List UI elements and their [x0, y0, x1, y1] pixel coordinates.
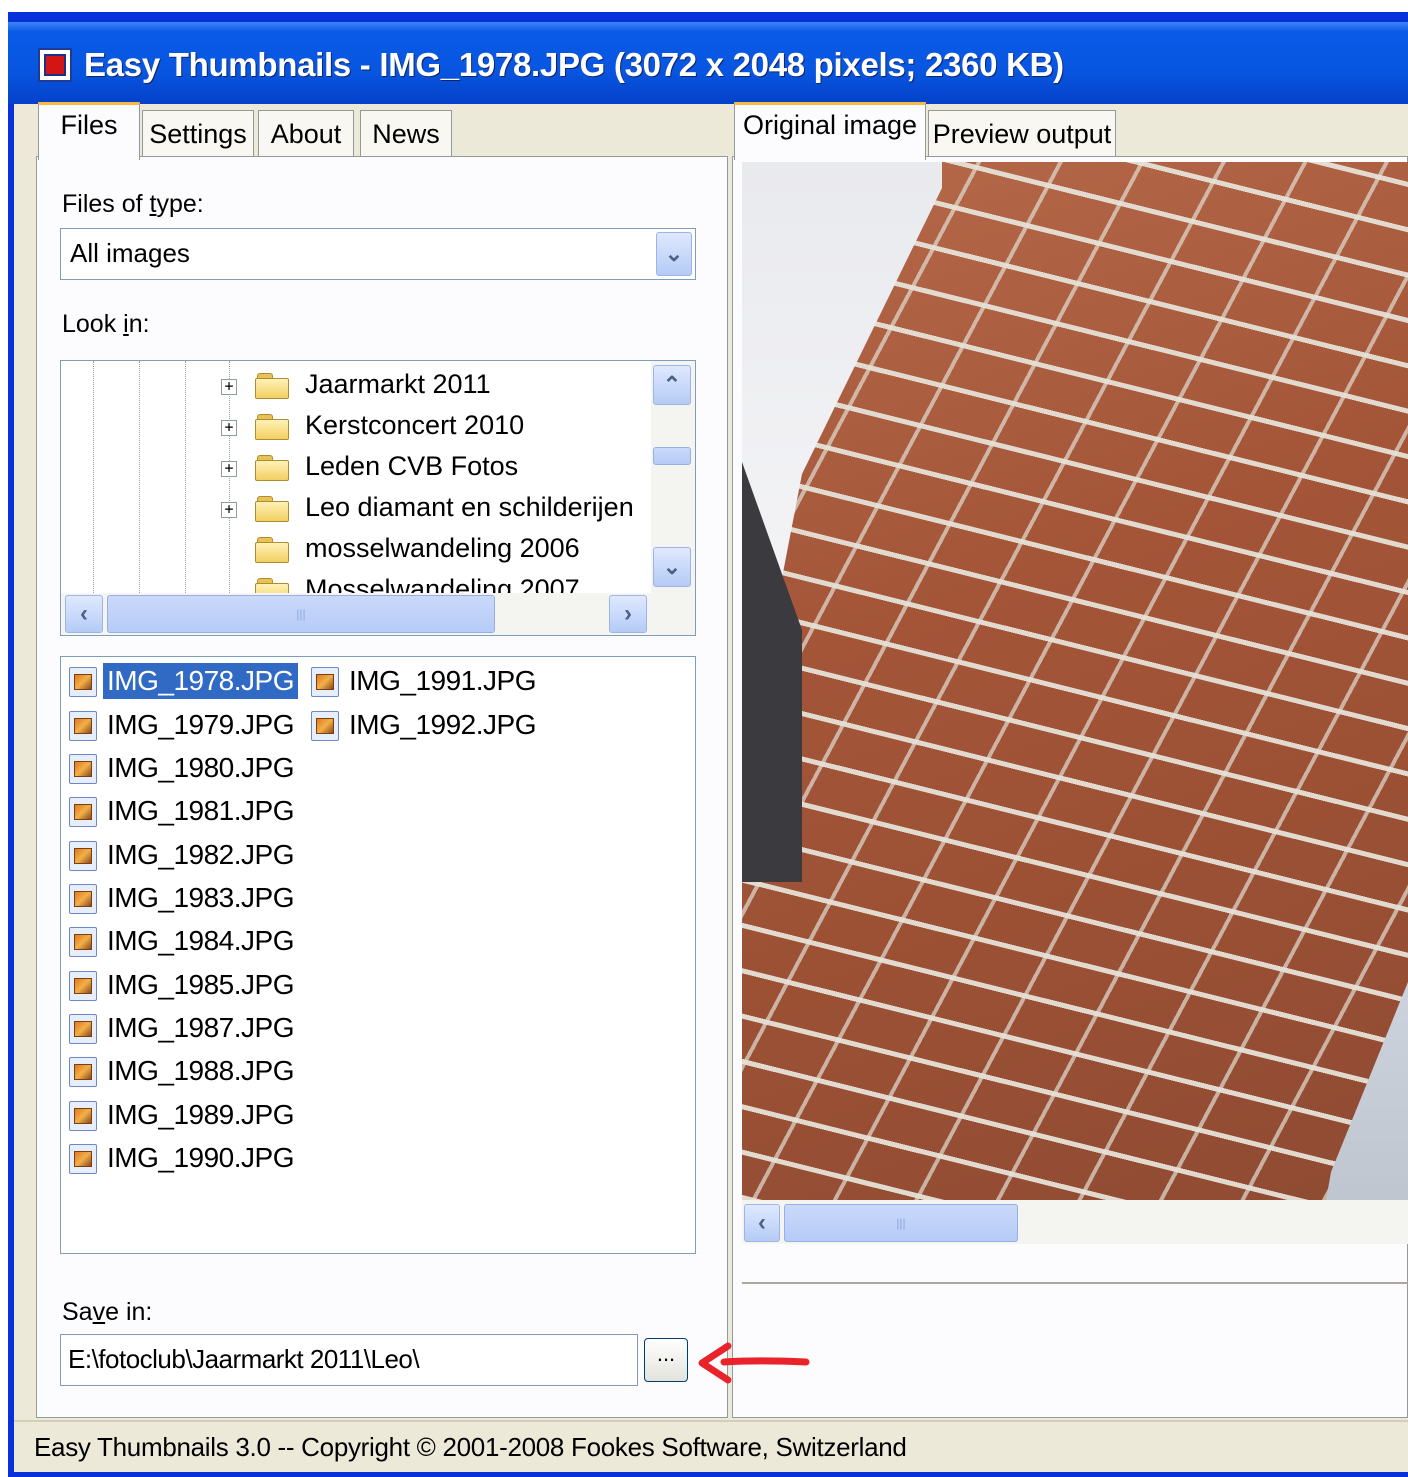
file-name: IMG_1980.JPG	[107, 752, 294, 783]
jpg-file-icon	[69, 927, 97, 957]
files-of-type-label: Files of type:	[62, 190, 204, 218]
app-icon[interactable]	[38, 48, 72, 82]
tab-news[interactable]: News	[360, 110, 452, 158]
folder-label: Leo diamant en schilderijen	[305, 492, 634, 522]
jpg-file-icon	[69, 971, 97, 1001]
scroll-left-icon[interactable]: ‹	[744, 1204, 780, 1242]
expand-icon[interactable]: +	[221, 502, 237, 518]
expand-icon[interactable]: +	[221, 379, 237, 395]
tree-item-folder[interactable]: + Leden CVB Fotos	[61, 449, 651, 489]
folder-icon	[255, 537, 289, 563]
file-name: IMG_1990.JPG	[107, 1142, 294, 1173]
tree-vscroll-thumb[interactable]	[653, 447, 691, 465]
jpg-file-icon	[69, 754, 97, 784]
scroll-right-icon[interactable]: ›	[609, 595, 647, 633]
file-name: IMG_1988.JPG	[107, 1055, 294, 1086]
annotation-arrow-icon	[698, 1342, 810, 1384]
folder-icon	[255, 455, 289, 481]
window-title: Easy Thumbnails - IMG_1978.JPG (3072 x 2…	[84, 46, 1064, 83]
tab-original-image[interactable]: Original image	[734, 102, 926, 160]
file-name: IMG_1983.JPG	[107, 882, 294, 913]
jpg-file-icon	[69, 667, 97, 697]
jpg-file-icon	[69, 797, 97, 827]
jpg-file-icon	[69, 1057, 97, 1087]
file-name: IMG_1981.JPG	[107, 795, 294, 826]
tab-files[interactable]: Files	[38, 102, 140, 160]
file-name: IMG_1987.JPG	[107, 1012, 294, 1043]
jpg-file-icon	[69, 841, 97, 871]
folder-tree[interactable]: + Jaarmarkt 2011 + Kerstconcert 2010 + L…	[60, 360, 696, 636]
scroll-left-icon[interactable]: ‹	[65, 595, 103, 633]
image-hscroll-thumb[interactable]: |||	[784, 1204, 1018, 1242]
folder-label: Leden CVB Fotos	[305, 451, 519, 481]
tree-hscroll-thumb[interactable]: |||	[107, 595, 495, 633]
jpg-file-icon	[69, 1014, 97, 1044]
status-text: Easy Thumbnails 3.0 -- Copyright © 2001-…	[34, 1432, 907, 1462]
scroll-up-icon[interactable]: ⌃	[653, 365, 691, 405]
expand-icon[interactable]: +	[221, 461, 237, 477]
folder-label: Kerstconcert 2010	[305, 410, 525, 440]
files-of-type-value: All images	[70, 238, 190, 268]
chevron-down-icon[interactable]: ⌄	[656, 232, 692, 276]
folder-label: Jaarmarkt 2011	[305, 369, 491, 399]
tree-item-folder[interactable]: + Jaarmarkt 2011	[61, 367, 651, 407]
jpg-file-icon	[69, 711, 97, 741]
file-name: IMG_1992.JPG	[349, 709, 536, 740]
jpg-file-icon	[311, 667, 339, 697]
folder-label: mosselwandeling 2006	[305, 533, 580, 563]
folder-icon	[255, 496, 289, 522]
file-name: IMG_1985.JPG	[107, 969, 294, 1000]
file-name: IMG_1991.JPG	[349, 665, 536, 696]
expand-icon[interactable]: +	[221, 420, 237, 436]
file-name: IMG_1984.JPG	[107, 925, 294, 956]
jpg-file-icon	[69, 1144, 97, 1174]
tab-settings[interactable]: Settings	[142, 110, 254, 158]
save-in-value: E:\fotoclub\Jaarmarkt 2011\Leo\	[68, 1344, 420, 1374]
file-name: IMG_1979.JPG	[107, 709, 294, 740]
file-name: IMG_1989.JPG	[107, 1099, 294, 1130]
folder-icon	[255, 414, 289, 440]
jpg-file-icon	[311, 711, 339, 741]
scroll-down-icon[interactable]: ⌄	[653, 547, 691, 587]
look-in-label: Look in:	[62, 310, 150, 338]
tree-item-folder[interactable]: mosselwandeling 2006	[61, 531, 651, 571]
tree-item-folder[interactable]: + Leo diamant en schilderijen	[61, 490, 651, 530]
tree-item-folder[interactable]: + Kerstconcert 2010	[61, 408, 651, 448]
save-in-label: Save in:	[62, 1298, 153, 1326]
original-image-view[interactable]	[742, 162, 1408, 1200]
divider	[742, 1282, 1408, 1284]
file-name: IMG_1978.JPG	[103, 663, 298, 699]
file-list[interactable]: IMG_1978.JPG IMG_1979.JPG IMG_1980.JPG I…	[60, 656, 696, 1254]
jpg-file-icon	[69, 1101, 97, 1131]
folder-icon	[255, 373, 289, 399]
jpg-file-icon	[69, 884, 97, 914]
file-name: IMG_1982.JPG	[107, 839, 294, 870]
browse-button[interactable]: ...	[644, 1338, 688, 1382]
tab-about[interactable]: About	[258, 110, 354, 158]
tab-preview-output[interactable]: Preview output	[928, 110, 1116, 158]
